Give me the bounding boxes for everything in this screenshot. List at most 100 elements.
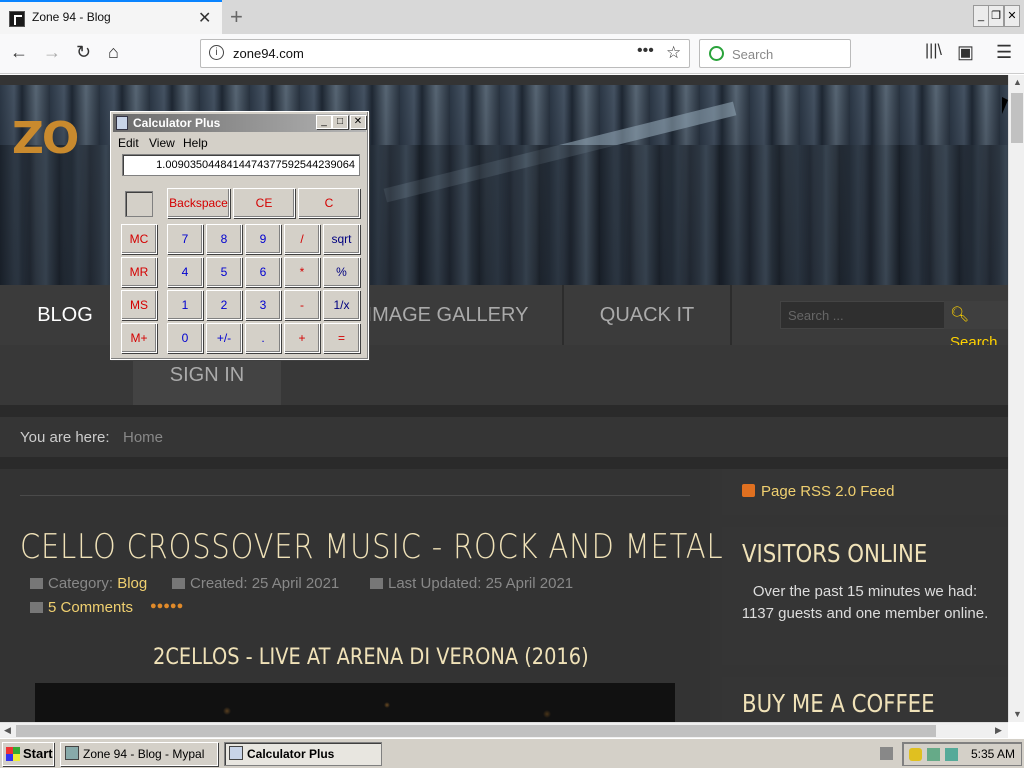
rating-stars[interactable]: ●●●●●	[150, 600, 183, 612]
key-3[interactable]: 3	[245, 290, 281, 320]
video-embed[interactable]	[35, 683, 675, 722]
sidebar-toggle-icon[interactable]: ▣	[957, 42, 974, 63]
mplus-button[interactable]: M+	[121, 323, 157, 353]
backspace-button[interactable]: Backspace	[167, 188, 230, 218]
calc-close-button[interactable]: ✕	[350, 115, 366, 129]
calculator-title: Calculator Plus	[133, 116, 221, 130]
calculator-icon	[116, 116, 128, 130]
close-window-button[interactable]: ✕	[1004, 5, 1020, 27]
negate-button[interactable]: +/-	[206, 323, 242, 353]
start-button[interactable]: Start	[2, 742, 54, 766]
url-text[interactable]: zone94.com	[233, 46, 304, 61]
coffee-title: BUY ME A COFFEE	[742, 689, 935, 718]
clock[interactable]: 5:35 AM	[971, 747, 1015, 761]
updated-date: Last Updated: 25 April 2021	[388, 575, 574, 592]
tab-close-icon[interactable]: ✕	[198, 8, 211, 28]
bookmark-star-icon[interactable]: ☆	[666, 43, 681, 63]
mouse-cursor-icon	[1002, 97, 1008, 114]
nav-quack-it[interactable]: QUACK IT	[566, 285, 728, 345]
key-0[interactable]: 0	[167, 323, 203, 353]
scroll-right-icon[interactable]: ▶	[995, 725, 1002, 736]
percent-button[interactable]: %	[323, 257, 360, 287]
menu-icon[interactable]: ☰	[996, 42, 1012, 63]
vertical-scroll-thumb[interactable]	[1011, 93, 1023, 143]
key-2[interactable]: 2	[206, 290, 242, 320]
calc-minimize-button[interactable]: _	[316, 115, 332, 129]
comments-link[interactable]: 5 Comments	[48, 599, 133, 616]
volume-icon[interactable]	[945, 748, 958, 761]
key-1[interactable]: 1	[167, 290, 203, 320]
horizontal-scroll-thumb[interactable]	[16, 725, 936, 737]
clear-button[interactable]: C	[298, 188, 360, 218]
mc-button[interactable]: MC	[121, 224, 157, 254]
menu-help[interactable]: Help	[183, 136, 208, 150]
article-created: Created: 25 April 2021	[172, 575, 339, 592]
ce-button[interactable]: CE	[233, 188, 295, 218]
vertical-scrollbar[interactable]: ▲ ▼	[1008, 75, 1024, 722]
tab-zone94[interactable]: Zone 94 - Blog ✕	[0, 0, 222, 34]
new-tab-button[interactable]: +	[230, 4, 243, 30]
mr-button[interactable]: MR	[121, 257, 157, 287]
ms-button[interactable]: MS	[121, 290, 157, 320]
site-info-icon[interactable]: i	[209, 45, 224, 60]
key-4[interactable]: 4	[167, 257, 203, 287]
breadcrumb: You are here: Home	[0, 417, 1008, 457]
forward-icon[interactable]: →	[43, 42, 61, 63]
breadcrumb-home[interactable]: Home	[123, 429, 163, 446]
divider	[0, 405, 1008, 417]
reload-icon[interactable]: ↻	[76, 42, 91, 63]
home-icon[interactable]: ⌂	[108, 42, 119, 63]
calculator-titlebar[interactable]: Calculator Plus _ □ ✕	[113, 114, 366, 132]
page-actions-icon[interactable]: •••	[637, 42, 654, 60]
site-logo[interactable]: ZO	[12, 113, 79, 164]
browser-search-input[interactable]: Search	[699, 39, 851, 68]
system-tray: 5:35 AM	[902, 742, 1022, 766]
site-search-button[interactable]: 🔍︎Search	[944, 301, 1008, 351]
keyboard-icon[interactable]	[880, 747, 893, 760]
site-search-placeholder: Search ...	[788, 308, 844, 323]
category-link[interactable]: Blog	[117, 575, 147, 592]
key-9[interactable]: 9	[245, 224, 281, 254]
calc-maximize-button[interactable]: □	[332, 115, 348, 129]
menu-edit[interactable]: Edit	[118, 136, 139, 150]
calculator-window: Calculator Plus _ □ ✕ Edit View Help 1. 0…	[110, 111, 369, 360]
subtract-button[interactable]: -	[284, 290, 320, 320]
security-shield-icon[interactable]	[909, 748, 922, 761]
article-title[interactable]: CELLO CROSSOVER MUSIC - ROCK AND METAL	[20, 527, 723, 567]
back-icon[interactable]: ←	[10, 42, 28, 63]
rss-link[interactable]: Page RSS 2.0 Feed	[742, 483, 894, 500]
library-icon[interactable]: |||\	[925, 42, 942, 60]
nav-separator	[730, 285, 732, 345]
video-title: 2CELLOS - LIVE AT ARENA DI VERONA (2016)	[153, 645, 589, 670]
start-label: Start	[23, 746, 53, 761]
sqrt-button[interactable]: sqrt	[323, 224, 360, 254]
key-5[interactable]: 5	[206, 257, 242, 287]
taskbar-item-label: Zone 94 - Blog - Mypal	[83, 747, 205, 761]
restore-button[interactable]: ❐	[988, 5, 1004, 27]
divide-button[interactable]: /	[284, 224, 320, 254]
site-favicon-icon	[9, 11, 25, 27]
article-comments[interactable]: 5 Comments	[30, 599, 133, 616]
key-6[interactable]: 6	[245, 257, 281, 287]
site-search-input[interactable]: Search ...	[780, 301, 946, 329]
minimize-button[interactable]: _	[973, 5, 989, 27]
menu-view[interactable]: View	[149, 136, 175, 150]
taskbar-item-calculator[interactable]: Calculator Plus	[224, 742, 382, 766]
reciprocal-button[interactable]: 1/x	[323, 290, 360, 320]
decimal-button[interactable]: .	[245, 323, 281, 353]
multiply-button[interactable]: *	[284, 257, 320, 287]
scroll-left-icon[interactable]: ◀	[4, 725, 11, 736]
add-button[interactable]: +	[284, 323, 320, 353]
browser-app-icon	[65, 746, 79, 760]
article-divider	[20, 495, 690, 496]
scroll-up-icon[interactable]: ▲	[1013, 77, 1022, 87]
horizontal-scrollbar[interactable]: ◀ ▶	[0, 722, 1008, 738]
search-engine-icon[interactable]	[709, 46, 724, 61]
key-7[interactable]: 7	[167, 224, 203, 254]
url-bar[interactable]: i zone94.com ••• ☆	[200, 39, 690, 68]
taskbar-item-browser[interactable]: Zone 94 - Blog - Mypal	[60, 742, 218, 766]
equals-button[interactable]: =	[323, 323, 360, 353]
network-icon[interactable]	[927, 748, 940, 761]
key-8[interactable]: 8	[206, 224, 242, 254]
scroll-down-icon[interactable]: ▼	[1013, 709, 1022, 719]
